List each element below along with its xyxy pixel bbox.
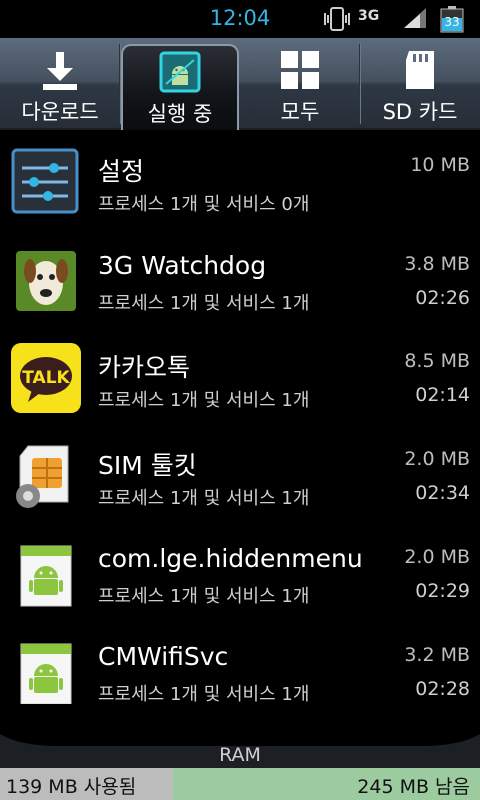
tab-all[interactable]: 모두 xyxy=(240,38,360,130)
app-name: 3G Watchdog xyxy=(98,251,267,280)
watchdog-icon xyxy=(16,251,76,311)
app-process-info: 프로세스 1개 및 서비스 1개 xyxy=(98,586,310,607)
list-item[interactable]: SIM 툴킷 프로세스 1개 및 서비스 1개 2.0 MB 02:34 xyxy=(0,426,480,523)
running-apps-list: 설정 프로세스 1개 및 서비스 0개 10 MB 3G Watchdog 프로… xyxy=(0,132,480,738)
list-item[interactable]: 3G Watchdog 프로세스 1개 및 서비스 1개 3.8 MB 02:2… xyxy=(0,231,480,328)
app-size: 10 MB xyxy=(410,154,470,176)
app-size: 3.8 MB xyxy=(404,253,470,275)
app-runtime: 02:14 xyxy=(415,384,470,406)
tab-running-label: 실행 중 xyxy=(147,102,213,126)
vibrate-icon xyxy=(324,7,350,31)
app-runtime: 02:26 xyxy=(415,287,470,309)
app-size: 8.5 MB xyxy=(404,350,470,372)
app-runtime: 02:34 xyxy=(415,482,470,504)
tab-running[interactable]: 실행 중 xyxy=(121,44,239,130)
ram-free-bar: 245 MB 남음 xyxy=(173,768,480,800)
app-runtime: 02:29 xyxy=(415,580,470,602)
app-runtime: 02:28 xyxy=(415,678,470,700)
list-item[interactable]: TALK 카카오톡 프로세스 1개 및 서비스 1개 8.5 MB 02:14 xyxy=(0,328,480,425)
battery-level: 33 xyxy=(444,15,460,29)
sim-toolkit-icon xyxy=(16,445,69,508)
settings-icon xyxy=(11,148,79,214)
ram-used-bar: 139 MB 사용됨 xyxy=(0,768,173,800)
android-icon xyxy=(20,643,72,705)
app-name: SIM 툴킷 xyxy=(98,451,197,480)
grid-icon xyxy=(281,51,319,89)
tab-bar: 다운로드 실행 중 모두 SD 카드 xyxy=(0,38,480,130)
tab-sd-card-label: SD 카드 xyxy=(382,100,458,124)
tab-downloads-label: 다운로드 xyxy=(21,100,99,124)
app-name: com.lge.hiddenmenu xyxy=(98,544,363,573)
ram-used-text: 139 MB 사용됨 xyxy=(6,776,137,798)
list-item[interactable]: com.lge.hiddenmenu 프로세스 1개 및 서비스 1개 2.0 … xyxy=(0,524,480,621)
app-size: 2.0 MB xyxy=(404,448,470,470)
status-bar: 12:04 3G 33 xyxy=(0,0,480,38)
app-process-info: 프로세스 1개 및 서비스 1개 xyxy=(98,293,310,314)
android-icon xyxy=(20,545,72,607)
tab-downloads[interactable]: 다운로드 xyxy=(0,38,120,130)
network-type-label: 3G xyxy=(358,8,380,24)
svg-text:TALK: TALK xyxy=(22,368,70,388)
app-size: 2.0 MB xyxy=(404,546,470,568)
battery-icon: 33 xyxy=(438,5,466,33)
list-item[interactable]: 설정 프로세스 1개 및 서비스 0개 10 MB xyxy=(0,132,480,229)
running-android-icon xyxy=(159,51,201,93)
signal-icon xyxy=(404,8,426,28)
app-name: 설정 xyxy=(98,157,145,186)
app-process-info: 프로세스 1개 및 서비스 1개 xyxy=(98,488,310,509)
app-process-info: 프로세스 1개 및 서비스 1개 xyxy=(98,684,310,705)
kakaotalk-icon: TALK xyxy=(11,343,81,413)
sd-card-icon xyxy=(406,51,434,89)
download-icon xyxy=(43,52,77,90)
app-name: 카카오톡 xyxy=(98,353,191,382)
ram-label: RAM xyxy=(219,744,261,766)
app-size: 3.2 MB xyxy=(404,644,470,666)
ram-free-text: 245 MB 남음 xyxy=(357,776,470,798)
tab-sd-card[interactable]: SD 카드 xyxy=(360,38,480,130)
app-name: CMWifiSvc xyxy=(98,642,229,671)
app-process-info: 프로세스 1개 및 서비스 0개 xyxy=(98,194,310,215)
app-process-info: 프로세스 1개 및 서비스 1개 xyxy=(98,390,310,411)
tab-all-label: 모두 xyxy=(280,100,320,124)
